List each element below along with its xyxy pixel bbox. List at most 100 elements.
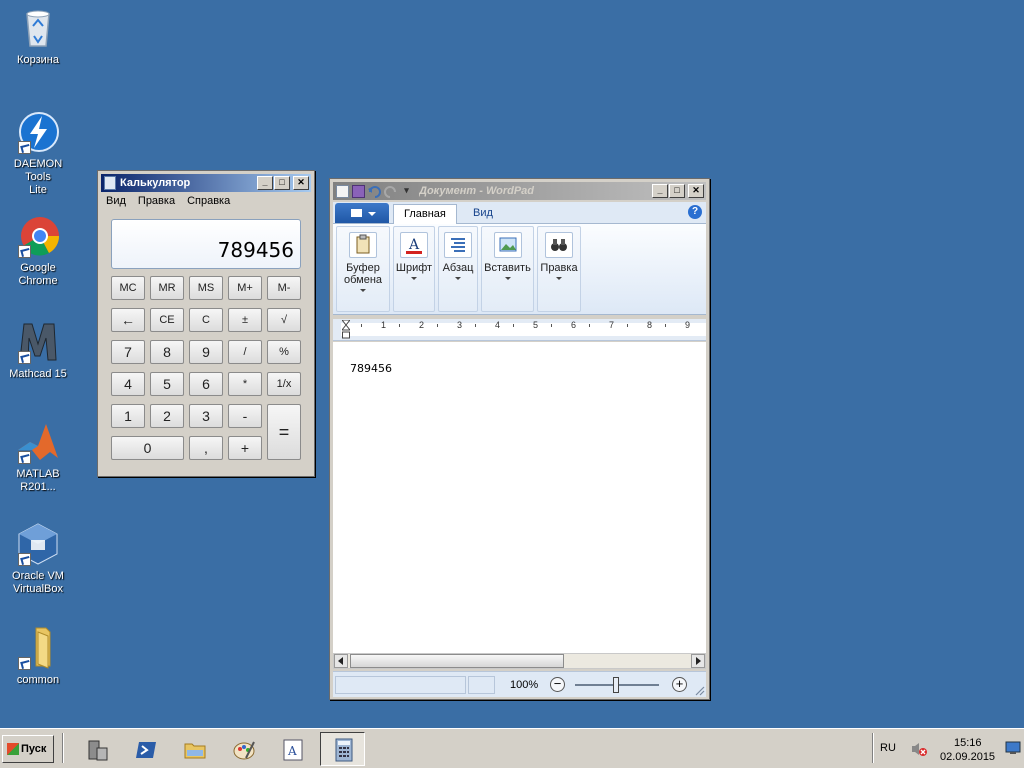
digit-2-button[interactable]: 2: [150, 404, 184, 428]
digit-1-button[interactable]: 1: [111, 404, 145, 428]
tab-home[interactable]: Главная: [393, 204, 457, 224]
minimize-button[interactable]: _: [652, 184, 668, 198]
ribbon-group-font[interactable]: A Шрифт: [393, 226, 435, 312]
maximize-button[interactable]: □: [669, 184, 685, 198]
calculator-window[interactable]: Калькулятор _ □ ✕ Вид Правка Справка 789…: [97, 170, 315, 477]
backspace-button[interactable]: ←: [111, 308, 145, 332]
scrollbar-thumb[interactable]: [350, 654, 564, 668]
m-minus-button[interactable]: M-: [267, 276, 301, 300]
digit-4-button[interactable]: 4: [111, 372, 145, 396]
ruler-number: 8: [647, 320, 653, 330]
redo-icon[interactable]: [384, 185, 397, 198]
taskbar-app-paint[interactable]: [220, 732, 265, 766]
digit-3-button[interactable]: 3: [189, 404, 223, 428]
wordpad-titlebar[interactable]: ▾ Документ - WordPad _ □ ✕: [333, 182, 706, 200]
ribbon-group-insert[interactable]: Вставить: [481, 226, 534, 312]
close-button[interactable]: ✕: [293, 176, 309, 190]
taskbar-app-server-manager[interactable]: [73, 732, 118, 766]
taskbar-app-calculator[interactable]: [320, 732, 365, 766]
desktop-icon-matlab[interactable]: MATLAB R201...: [0, 420, 76, 494]
zoom-in-button[interactable]: +: [672, 677, 687, 692]
desktop-icon-daemon-tools[interactable]: DAEMON Tools Lite: [0, 110, 76, 197]
digit-7-button[interactable]: 7: [111, 340, 145, 364]
divide-button[interactable]: /: [228, 340, 262, 364]
decimal-button[interactable]: ,: [189, 436, 223, 460]
digit-5-button[interactable]: 5: [150, 372, 184, 396]
equals-button[interactable]: =: [267, 404, 301, 460]
document-text[interactable]: 789456: [350, 362, 392, 375]
status-cell: [468, 676, 495, 694]
calculator-menu-bar: Вид Правка Справка: [98, 192, 314, 210]
maximize-button[interactable]: □: [274, 176, 290, 190]
customize-toolbar-icon[interactable]: ▾: [400, 185, 413, 198]
mr-button[interactable]: MR: [150, 276, 184, 300]
c-button[interactable]: C: [189, 308, 223, 332]
ce-button[interactable]: CE: [150, 308, 184, 332]
desktop-icon-google-chrome[interactable]: Google Chrome: [0, 214, 76, 288]
volume-muted-icon[interactable]: [910, 741, 928, 757]
m-plus-button[interactable]: M+: [228, 276, 262, 300]
desktop-icon-common[interactable]: common: [0, 626, 76, 687]
language-indicator[interactable]: RU: [880, 742, 896, 754]
desktop-icon-label: Lite: [29, 184, 47, 196]
document-area[interactable]: 789456: [333, 342, 706, 653]
svg-text:A: A: [287, 744, 297, 758]
help-icon[interactable]: ?: [688, 205, 702, 219]
clipboard-icon: [349, 232, 377, 258]
menu-item-edit[interactable]: Правка: [138, 195, 175, 207]
wordpad-icon: A: [281, 738, 305, 762]
undo-icon[interactable]: [368, 185, 381, 198]
wordpad-window[interactable]: ▾ Документ - WordPad _ □ ✕ Главная Вид ?…: [329, 178, 710, 700]
zoom-slider-thumb[interactable]: [613, 677, 619, 693]
subtract-button[interactable]: -: [228, 404, 262, 428]
ruler-tick: [437, 324, 438, 327]
minimize-button[interactable]: _: [257, 176, 273, 190]
save-icon[interactable]: [352, 184, 365, 198]
digit-6-button[interactable]: 6: [189, 372, 223, 396]
desktop-icon-recycle-bin[interactable]: Корзина: [0, 6, 76, 67]
reciprocal-button[interactable]: 1/x: [267, 372, 301, 396]
desktop-icon-virtualbox[interactable]: Oracle VM VirtualBox: [0, 522, 76, 596]
add-button[interactable]: +: [228, 436, 262, 460]
start-button[interactable]: Пуск: [2, 735, 54, 763]
tab-view[interactable]: Вид: [463, 204, 503, 224]
menu-item-help[interactable]: Справка: [187, 195, 230, 207]
ribbon-group-paragraph[interactable]: Абзац: [438, 226, 478, 312]
ruler[interactable]: 1 2 3 4 5 6 7 8 9: [333, 319, 706, 341]
percent-button[interactable]: %: [267, 340, 301, 364]
ruler-number: 9: [685, 320, 691, 330]
ribbon-group-editing[interactable]: Правка: [537, 226, 581, 312]
digit-9-button[interactable]: 9: [189, 340, 223, 364]
dropdown-arrow-icon: [455, 277, 461, 283]
sqrt-button[interactable]: √: [267, 308, 301, 332]
taskbar-app-wordpad[interactable]: A: [269, 732, 314, 766]
ruler-number: 4: [495, 320, 501, 330]
clock-date[interactable]: 02.09.2015: [940, 751, 995, 763]
ribbon-group-clipboard[interactable]: Буфер обмена: [336, 226, 390, 312]
recycle-bin-icon: [16, 6, 60, 50]
paint-icon: [232, 738, 256, 762]
application-menu-button[interactable]: [335, 203, 389, 223]
calculator-titlebar[interactable]: Калькулятор _ □ ✕: [101, 174, 311, 192]
ms-button[interactable]: MS: [189, 276, 223, 300]
desktop-icon-mathcad[interactable]: Mathcad 15: [0, 320, 76, 381]
menu-item-view[interactable]: Вид: [106, 195, 126, 207]
indent-marker-icon[interactable]: [340, 319, 352, 339]
taskbar-app-explorer[interactable]: [171, 732, 216, 766]
horizontal-scrollbar[interactable]: [333, 653, 706, 669]
clock-time[interactable]: 15:16: [954, 737, 982, 749]
zoom-out-button[interactable]: −: [550, 677, 565, 692]
scroll-right-button[interactable]: [691, 654, 705, 668]
multiply-button[interactable]: *: [228, 372, 262, 396]
taskbar-app-powershell[interactable]: [122, 732, 167, 766]
digit-8-button[interactable]: 8: [150, 340, 184, 364]
plus-minus-button[interactable]: ±: [228, 308, 262, 332]
mc-button[interactable]: MC: [111, 276, 145, 300]
resize-grip-icon[interactable]: [694, 685, 705, 696]
desktop-icon-label: R201...: [20, 481, 56, 493]
close-button[interactable]: ✕: [688, 184, 704, 198]
scroll-left-button[interactable]: [334, 654, 348, 668]
show-desktop-icon[interactable]: [1005, 741, 1021, 755]
ribbon-home-panel: Буфер обмена A Шрифт Абзац Вставить Прав…: [333, 224, 706, 315]
digit-0-button[interactable]: 0: [111, 436, 184, 460]
